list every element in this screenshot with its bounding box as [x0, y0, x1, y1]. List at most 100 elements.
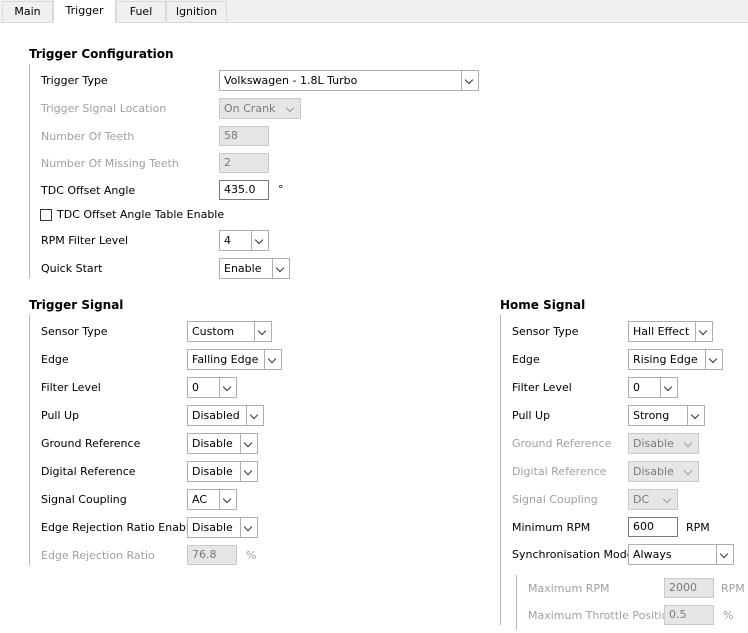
maximum-throttle-position-value: 0.5 — [669, 608, 687, 621]
edge-rejection-ratio-enable-select[interactable]: Disable — [187, 517, 258, 538]
maximum-rpm-unit: RPM — [721, 582, 745, 595]
synchronisation-mode-select[interactable]: Always — [628, 544, 734, 565]
trigger-sensor-type-value: Custom — [192, 325, 235, 338]
tab-main[interactable]: Main — [2, 1, 53, 21]
chevron-down-icon — [251, 231, 268, 250]
trigger-filter-level-label: Filter Level — [41, 381, 101, 394]
minimum-rpm-unit: RPM — [686, 521, 710, 534]
chevron-down-icon — [240, 434, 257, 453]
home-edge-select[interactable]: Rising Edge — [628, 349, 723, 370]
tab-bar: Main Trigger Fuel Ignition — [0, 0, 748, 23]
home-ground-reference-value: Disable — [633, 437, 674, 450]
tdc-offset-table-enable-label: TDC Offset Angle Table Enable — [57, 208, 225, 221]
rpm-filter-level-select[interactable]: 4 — [219, 230, 269, 251]
chevron-down-icon — [272, 259, 289, 278]
number-of-teeth-field: 58 — [219, 126, 269, 146]
chevron-down-icon — [695, 322, 712, 341]
home-digital-reference-label: Digital Reference — [512, 465, 607, 478]
trigger-filter-level-select[interactable]: 0 — [187, 377, 237, 398]
quick-start-value: Enable — [224, 262, 262, 275]
trigger-edge-select[interactable]: Falling Edge — [187, 349, 282, 370]
home-digital-reference-value: Disable — [633, 465, 674, 478]
minimum-rpm-value: 600 — [633, 520, 654, 533]
chevron-down-icon — [219, 378, 236, 397]
home-edge-label: Edge — [512, 353, 540, 366]
home-edge-value: Rising Edge — [633, 353, 698, 366]
home-digital-reference-select: Disable — [628, 461, 699, 482]
chevron-down-icon — [705, 350, 722, 369]
home-sensor-type-label: Sensor Type — [512, 325, 579, 338]
number-of-missing-teeth-value: 2 — [224, 156, 231, 169]
tab-trigger[interactable]: Trigger — [53, 0, 116, 23]
trigger-signal-title: Trigger Signal — [29, 298, 124, 312]
number-of-teeth-label: Number Of Teeth — [41, 130, 135, 143]
home-ground-reference-label: Ground Reference — [512, 437, 612, 450]
trigger-sensor-type-label: Sensor Type — [41, 325, 108, 338]
chevron-down-icon — [681, 434, 698, 453]
trigger-digital-reference-select[interactable]: Disable — [187, 461, 258, 482]
chevron-down-icon — [716, 545, 733, 564]
maximum-rpm-field: 2000 — [664, 578, 714, 598]
chevron-down-icon — [687, 406, 704, 425]
tdc-offset-angle-field[interactable]: 435.0 — [219, 180, 269, 200]
trigger-ground-reference-value: Disable — [192, 437, 233, 450]
edge-rejection-ratio-field: 76.8 — [187, 545, 237, 565]
minimum-rpm-label: Minimum RPM — [512, 521, 591, 534]
trigger-ground-reference-select[interactable]: Disable — [187, 433, 258, 454]
trigger-filter-level-value: 0 — [192, 381, 199, 394]
chevron-down-icon — [246, 406, 263, 425]
trigger-configuration-title: Trigger Configuration — [29, 47, 174, 61]
edge-rejection-ratio-enable-label: Edge Rejection Ratio Enable — [41, 521, 196, 534]
trigger-signal-location-select: On Crank — [219, 98, 301, 119]
chevron-down-icon — [660, 378, 677, 397]
chevron-down-icon — [254, 322, 271, 341]
synchronisation-mode-value: Always — [633, 548, 672, 561]
quick-start-label: Quick Start — [41, 262, 103, 275]
trigger-sensor-type-select[interactable]: Custom — [187, 321, 272, 342]
trigger-type-select[interactable]: Volkswagen - 1.8L Turbo — [219, 70, 479, 91]
quick-start-select[interactable]: Enable — [219, 258, 290, 279]
trigger-digital-reference-label: Digital Reference — [41, 465, 136, 478]
home-pull-up-select[interactable]: Strong — [628, 405, 705, 426]
tdc-offset-table-enable-checkbox[interactable] — [40, 209, 52, 221]
chevron-down-icon — [219, 490, 236, 509]
trigger-pull-up-label: Pull Up — [41, 409, 80, 422]
home-pull-up-label: Pull Up — [512, 409, 551, 422]
edge-rejection-ratio-label: Edge Rejection Ratio — [41, 549, 155, 562]
home-signal-title: Home Signal — [500, 298, 586, 312]
home-sensor-type-select[interactable]: Hall Effect — [628, 321, 713, 342]
chevron-down-icon — [264, 350, 281, 369]
chevron-down-icon — [283, 99, 300, 118]
rpm-filter-level-value: 4 — [224, 234, 231, 247]
synchronisation-mode-label: Synchronisation Mode — [512, 548, 634, 561]
home-ground-reference-select: Disable — [628, 433, 699, 454]
trigger-signal-frame — [29, 315, 30, 565]
trigger-edge-label: Edge — [41, 353, 69, 366]
maximum-rpm-value: 2000 — [669, 581, 697, 594]
minimum-rpm-field[interactable]: 600 — [628, 517, 678, 537]
home-sensor-type-value: Hall Effect — [633, 325, 690, 338]
chevron-down-icon — [240, 462, 257, 481]
chevron-down-icon — [681, 462, 698, 481]
trigger-pull-up-value: Disabled — [192, 409, 240, 422]
trigger-pull-up-select[interactable]: Disabled — [187, 405, 264, 426]
home-filter-level-value: 0 — [633, 381, 640, 394]
maximum-rpm-label: Maximum RPM — [528, 582, 610, 595]
tdc-offset-angle-value: 435.0 — [224, 183, 256, 196]
home-filter-level-label: Filter Level — [512, 381, 572, 394]
number-of-missing-teeth-label: Number Of Missing Teeth — [41, 157, 179, 170]
trigger-edge-value: Falling Edge — [192, 353, 259, 366]
rpm-filter-level-label: RPM Filter Level — [41, 234, 129, 247]
trigger-signal-coupling-select[interactable]: AC — [187, 489, 237, 510]
edge-rejection-ratio-unit: % — [246, 549, 257, 562]
tab-ignition[interactable]: Ignition — [166, 1, 227, 21]
home-pull-up-value: Strong — [633, 409, 670, 422]
tab-fuel[interactable]: Fuel — [116, 1, 166, 21]
maximum-throttle-position-unit: % — [723, 609, 734, 622]
trigger-ground-reference-label: Ground Reference — [41, 437, 141, 450]
home-filter-level-select[interactable]: 0 — [628, 377, 678, 398]
trigger-signal-location-value: On Crank — [224, 102, 276, 115]
tdc-offset-angle-label: TDC Offset Angle — [41, 184, 136, 197]
number-of-missing-teeth-field: 2 — [219, 153, 269, 173]
home-signal-coupling-value: DC — [633, 493, 650, 506]
